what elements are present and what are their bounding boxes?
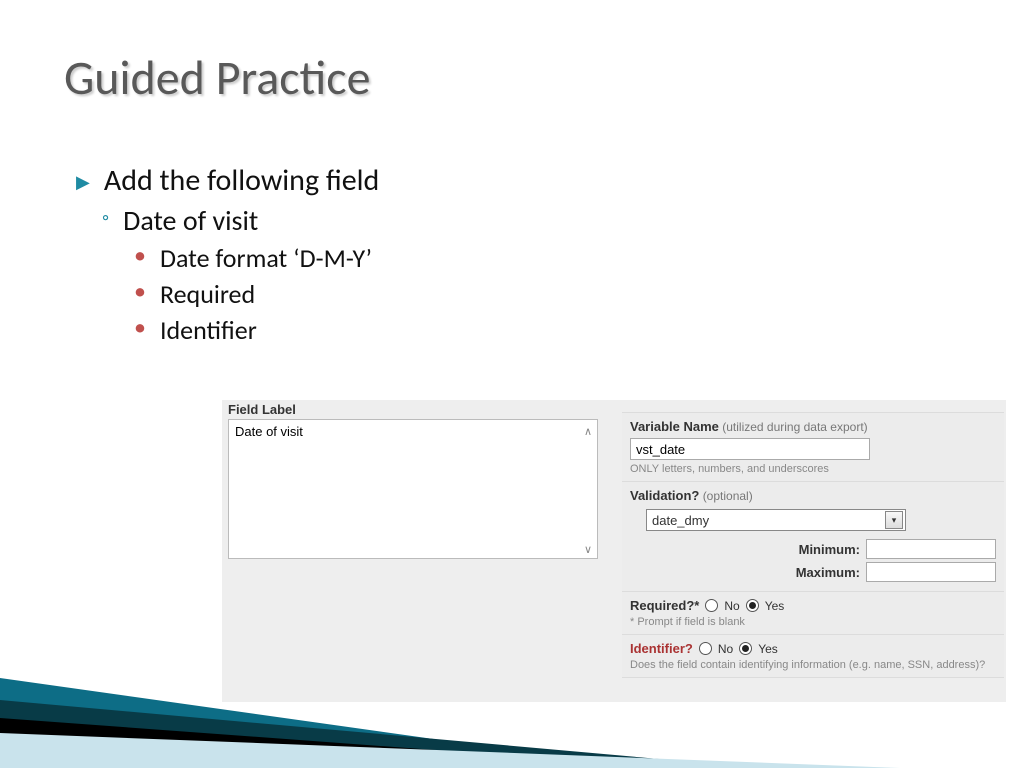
- bullet-text: Identifier: [160, 314, 257, 346]
- bullet-level3: • Required: [134, 278, 379, 310]
- validation-label: Validation?: [630, 488, 699, 503]
- minimum-input[interactable]: [866, 539, 996, 559]
- bullet-text: Add the following field: [104, 162, 379, 199]
- validation-select[interactable]: date_dmy ▾: [646, 509, 906, 531]
- minimum-label: Minimum:: [799, 542, 860, 557]
- identifier-fineprint: Does the field contain identifying infor…: [630, 659, 996, 671]
- identifier-no-radio[interactable]: [699, 642, 712, 655]
- bullet-level3: • Date format ‘D-M-Y’: [134, 242, 379, 274]
- scroll-down-icon[interactable]: ∨: [580, 543, 596, 556]
- scroll-up-icon[interactable]: ∧: [580, 425, 596, 438]
- variable-name-section: Variable Name (utilized during data expo…: [622, 412, 1004, 482]
- identifier-yes-text: Yes: [758, 642, 778, 656]
- slide-body: ▶ Add the following field ◦ Date of visi…: [76, 162, 379, 350]
- bullet-text: Date of visit: [123, 203, 258, 238]
- minimum-row: Minimum:: [630, 539, 996, 559]
- bullet-text: Date format ‘D-M-Y’: [160, 242, 372, 274]
- validation-selected-value: date_dmy: [652, 513, 709, 528]
- slide-title: Guided Practice: [64, 48, 370, 107]
- dot-bullet-icon: •: [134, 316, 146, 340]
- variable-name-input[interactable]: [630, 438, 870, 460]
- required-yes-radio[interactable]: [746, 599, 759, 612]
- triangle-bullet-icon: ▶: [76, 171, 90, 193]
- required-fineprint: * Prompt if field is blank: [630, 616, 996, 628]
- chevron-down-icon[interactable]: ▾: [885, 511, 903, 529]
- required-section: Required?* No Yes * Prompt if field is b…: [622, 592, 1004, 635]
- dot-bullet-icon: •: [134, 280, 146, 304]
- bullet-level2: ◦ Date of visit: [102, 203, 379, 238]
- field-label-input[interactable]: [228, 419, 598, 559]
- validation-section: Validation? (optional) date_dmy ▾ Minimu…: [622, 482, 1004, 592]
- maximum-row: Maximum:: [630, 562, 996, 582]
- maximum-input[interactable]: [866, 562, 996, 582]
- circle-bullet-icon: ◦: [102, 206, 109, 230]
- identifier-section: Identifier? No Yes Does the field contai…: [622, 635, 1004, 678]
- bullet-text: Required: [160, 278, 255, 310]
- dot-bullet-icon: •: [134, 244, 146, 268]
- required-yes-text: Yes: [765, 599, 785, 613]
- variable-name-hint: (utilized during data export): [722, 420, 867, 434]
- variable-name-fineprint: ONLY letters, numbers, and underscores: [630, 463, 996, 475]
- required-no-radio[interactable]: [705, 599, 718, 612]
- form-screenshot: Field Label ∧ ∨ Variable Name (utilized …: [222, 400, 1006, 702]
- maximum-label: Maximum:: [796, 565, 860, 580]
- bullet-level1: ▶ Add the following field: [76, 162, 379, 199]
- field-label-heading: Field Label: [228, 402, 598, 417]
- variable-name-label: Variable Name: [630, 419, 719, 434]
- validation-hint: (optional): [703, 489, 753, 503]
- required-label: Required?*: [630, 598, 699, 613]
- identifier-no-text: No: [718, 642, 733, 656]
- identifier-yes-radio[interactable]: [739, 642, 752, 655]
- bullet-level3: • Identifier: [134, 314, 379, 346]
- identifier-label: Identifier?: [630, 641, 693, 656]
- required-no-text: No: [724, 599, 739, 613]
